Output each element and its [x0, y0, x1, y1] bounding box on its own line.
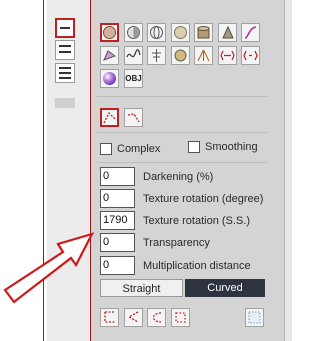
single-line-button[interactable]	[55, 18, 75, 38]
darkening-input[interactable]: 0	[100, 167, 135, 186]
texture-rotation-ss-label: Texture rotation (S.S.)	[143, 215, 250, 227]
scrollbar-edge[interactable]	[284, 0, 292, 341]
corner-tool-d-icon[interactable]	[171, 308, 190, 327]
texture-rotation-ss-input[interactable]: 1790	[100, 211, 135, 230]
sphere-half-icon[interactable]	[124, 23, 143, 42]
tree-icon[interactable]	[147, 46, 166, 65]
double-line-button[interactable]	[55, 40, 75, 60]
sphere-light-icon[interactable]	[171, 23, 190, 42]
straight-button[interactable]: Straight	[100, 279, 183, 297]
tripod-icon[interactable]	[194, 46, 213, 65]
red-arrow-annotation-icon	[3, 232, 95, 304]
separator-3	[97, 162, 267, 163]
darkening-label: Darkening (%)	[143, 171, 214, 183]
arrows-in-icon[interactable]	[241, 46, 260, 65]
triple-line-button[interactable]	[55, 63, 75, 83]
path-mode-b-icon[interactable]	[124, 108, 143, 127]
obj-button[interactable]: OBJ	[124, 69, 143, 88]
wave-icon[interactable]	[124, 46, 143, 65]
complex-label: Complex	[117, 143, 161, 155]
separator-1	[97, 96, 267, 97]
grid-tool-icon[interactable]	[245, 308, 264, 327]
deform-icon[interactable]	[100, 46, 119, 65]
complex-checkbox[interactable]	[100, 143, 112, 155]
transparency-label: Transparency	[143, 237, 210, 249]
cylinder-icon[interactable]	[194, 23, 213, 42]
ball-icon[interactable]	[171, 46, 190, 65]
curved-button[interactable]: Curved	[185, 279, 265, 297]
sphere-shaded-icon[interactable]	[100, 23, 119, 42]
path-mode-a-icon[interactable]	[100, 108, 119, 127]
corner-tool-c-icon[interactable]	[147, 308, 166, 327]
obj-label: OBJ	[125, 74, 142, 83]
separator-2	[97, 132, 267, 133]
curve-icon[interactable]	[241, 23, 260, 42]
gradient-sphere-icon[interactable]	[100, 69, 119, 88]
multiplication-distance-label: Multiplication distance	[143, 260, 251, 272]
transparency-input[interactable]: 0	[100, 233, 135, 252]
smoothing-label: Smoothing	[205, 141, 258, 153]
texture-rotation-degree-label: Texture rotation (degree)	[143, 193, 264, 205]
texture-rotation-degree-input[interactable]: 0	[100, 189, 135, 208]
cone-icon[interactable]	[218, 23, 237, 42]
multiplication-distance-input[interactable]: 0	[100, 256, 135, 275]
smoothing-checkbox[interactable]	[188, 141, 200, 153]
sphere-wire-icon[interactable]	[147, 23, 166, 42]
arrows-out-icon[interactable]	[218, 46, 237, 65]
empty-line-button[interactable]	[55, 98, 75, 108]
corner-tool-b-icon[interactable]	[124, 308, 143, 327]
corner-tool-a-icon[interactable]	[100, 308, 119, 327]
